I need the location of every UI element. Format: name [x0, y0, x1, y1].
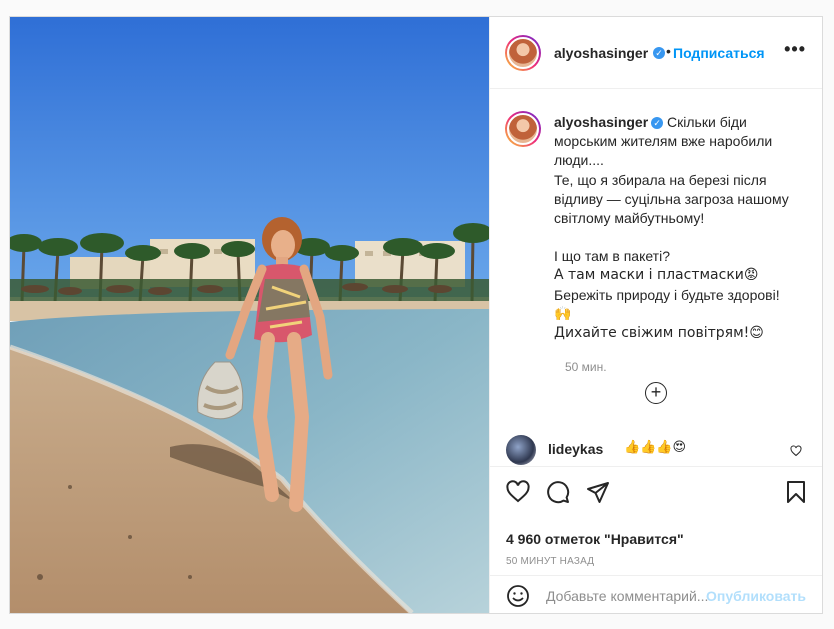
caption-username[interactable]: alyoshasinger	[554, 114, 648, 130]
likes-count[interactable]: 4 960 отметок "Нравится"	[506, 531, 684, 547]
caption-line: Те, що я збирала на березі після	[554, 171, 767, 188]
caption-line: А там маски і пластмаски😡	[554, 267, 759, 284]
header-separator: •	[666, 43, 671, 59]
author-username[interactable]: alyoshasinger	[554, 45, 648, 61]
comment-text: 👍👍👍😍	[624, 440, 687, 455]
add-comment-input[interactable]: Добавьте комментарий...	[546, 588, 708, 604]
post-actions: 4 960 отметок "Нравится" 50 МИНУТ НАЗАД …	[490, 466, 822, 613]
paper-plane-icon[interactable]	[586, 480, 610, 504]
comment-username[interactable]: lideykas	[548, 441, 603, 457]
commenter-avatar[interactable]	[506, 435, 536, 465]
avatar-image	[507, 113, 539, 145]
caption-line: 🙌	[554, 305, 572, 322]
comment-bubble-icon[interactable]	[546, 480, 570, 504]
heart-icon[interactable]	[506, 480, 530, 504]
author-avatar[interactable]	[505, 35, 541, 71]
caption-line: люди....	[554, 152, 604, 169]
caption-line: світлому майбутньому!	[554, 210, 705, 227]
instagram-post: alyoshasinger ✓ • Подписаться ••• alyosh…	[9, 16, 823, 614]
post-photo[interactable]	[10, 17, 489, 613]
post-side-panel: alyoshasinger ✓ • Подписаться ••• alyosh…	[489, 17, 822, 613]
verified-badge-icon: ✓	[651, 117, 664, 129]
caption-text: Скільки біди	[667, 114, 747, 130]
post-header: alyoshasinger ✓ • Подписаться •••	[490, 17, 822, 89]
post-caption: alyoshasinger ✓ Скільки біди морським жит…	[554, 113, 804, 343]
caption-line: морським жителям вже наробили	[554, 133, 773, 150]
caption-avatar[interactable]	[505, 111, 541, 147]
verified-badge-icon: ✓	[653, 47, 665, 59]
caption-line: І що там в пакеті?	[554, 248, 670, 265]
small-heart-icon[interactable]	[790, 445, 802, 457]
publish-button[interactable]: Опубликовать	[706, 588, 806, 604]
follow-button[interactable]: Подписаться	[673, 45, 765, 61]
caption-timestamp: 50 мин.	[565, 360, 607, 374]
avatar-image	[507, 37, 539, 69]
load-more-comments-button[interactable]: +	[645, 382, 667, 404]
beach-photo	[10, 17, 489, 613]
post-time-ago[interactable]: 50 МИНУТ НАЗАД	[506, 556, 594, 567]
caption-line: alyoshasinger ✓ Скільки біди	[554, 113, 804, 132]
smiley-icon[interactable]	[506, 584, 530, 608]
caption-line: відливу — суцільна загроза нашому	[554, 190, 789, 207]
add-comment-bar: Добавьте комментарий... Опубликовать	[490, 575, 822, 614]
more-options-button[interactable]: •••	[784, 40, 806, 58]
caption-line: Бережіть природу і будьте здорові!	[554, 286, 780, 303]
caption-line: Дихайте свіжим повітрям!😊	[554, 325, 764, 342]
bookmark-icon[interactable]	[784, 480, 808, 504]
